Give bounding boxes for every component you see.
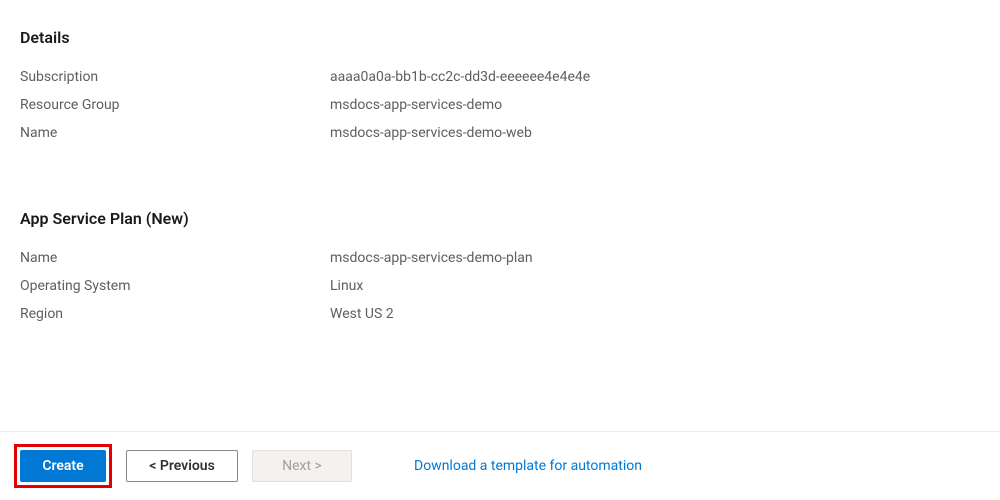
plan-name-label: Name bbox=[20, 250, 330, 266]
previous-button[interactable]: < Previous bbox=[126, 450, 238, 482]
wizard-footer: Create < Previous Next > Download a temp… bbox=[0, 431, 1000, 500]
app-service-plan-section: App Service Plan (New) Name msdocs-app-s… bbox=[20, 209, 980, 328]
plan-os-value: Linux bbox=[330, 278, 363, 294]
details-section: Details Subscription aaaa0a0a-bb1b-cc2c-… bbox=[20, 28, 980, 147]
download-template-link[interactable]: Download a template for automation bbox=[414, 458, 642, 474]
plan-region-value: West US 2 bbox=[330, 306, 394, 322]
details-row-subscription: Subscription aaaa0a0a-bb1b-cc2c-dd3d-eee… bbox=[20, 63, 980, 91]
subscription-value: aaaa0a0a-bb1b-cc2c-dd3d-eeeeee4e4e4e bbox=[330, 69, 590, 85]
next-button: Next > bbox=[252, 450, 352, 482]
plan-row-os: Operating System Linux bbox=[20, 272, 980, 300]
resource-group-label: Resource Group bbox=[20, 97, 330, 113]
details-heading: Details bbox=[20, 28, 980, 47]
details-row-resource-group: Resource Group msdocs-app-services-demo bbox=[20, 91, 980, 119]
name-label: Name bbox=[20, 125, 330, 141]
details-row-name: Name msdocs-app-services-demo-web bbox=[20, 119, 980, 147]
plan-region-label: Region bbox=[20, 306, 330, 322]
app-service-plan-heading: App Service Plan (New) bbox=[20, 209, 980, 228]
plan-os-label: Operating System bbox=[20, 278, 330, 294]
plan-name-value: msdocs-app-services-demo-plan bbox=[330, 250, 533, 266]
plan-row-region: Region West US 2 bbox=[20, 300, 980, 328]
resource-group-value: msdocs-app-services-demo bbox=[330, 97, 502, 113]
plan-row-name: Name msdocs-app-services-demo-plan bbox=[20, 244, 980, 272]
name-value: msdocs-app-services-demo-web bbox=[330, 125, 532, 141]
create-button[interactable]: Create bbox=[20, 450, 106, 482]
create-button-highlight: Create bbox=[14, 444, 112, 488]
subscription-label: Subscription bbox=[20, 69, 330, 85]
